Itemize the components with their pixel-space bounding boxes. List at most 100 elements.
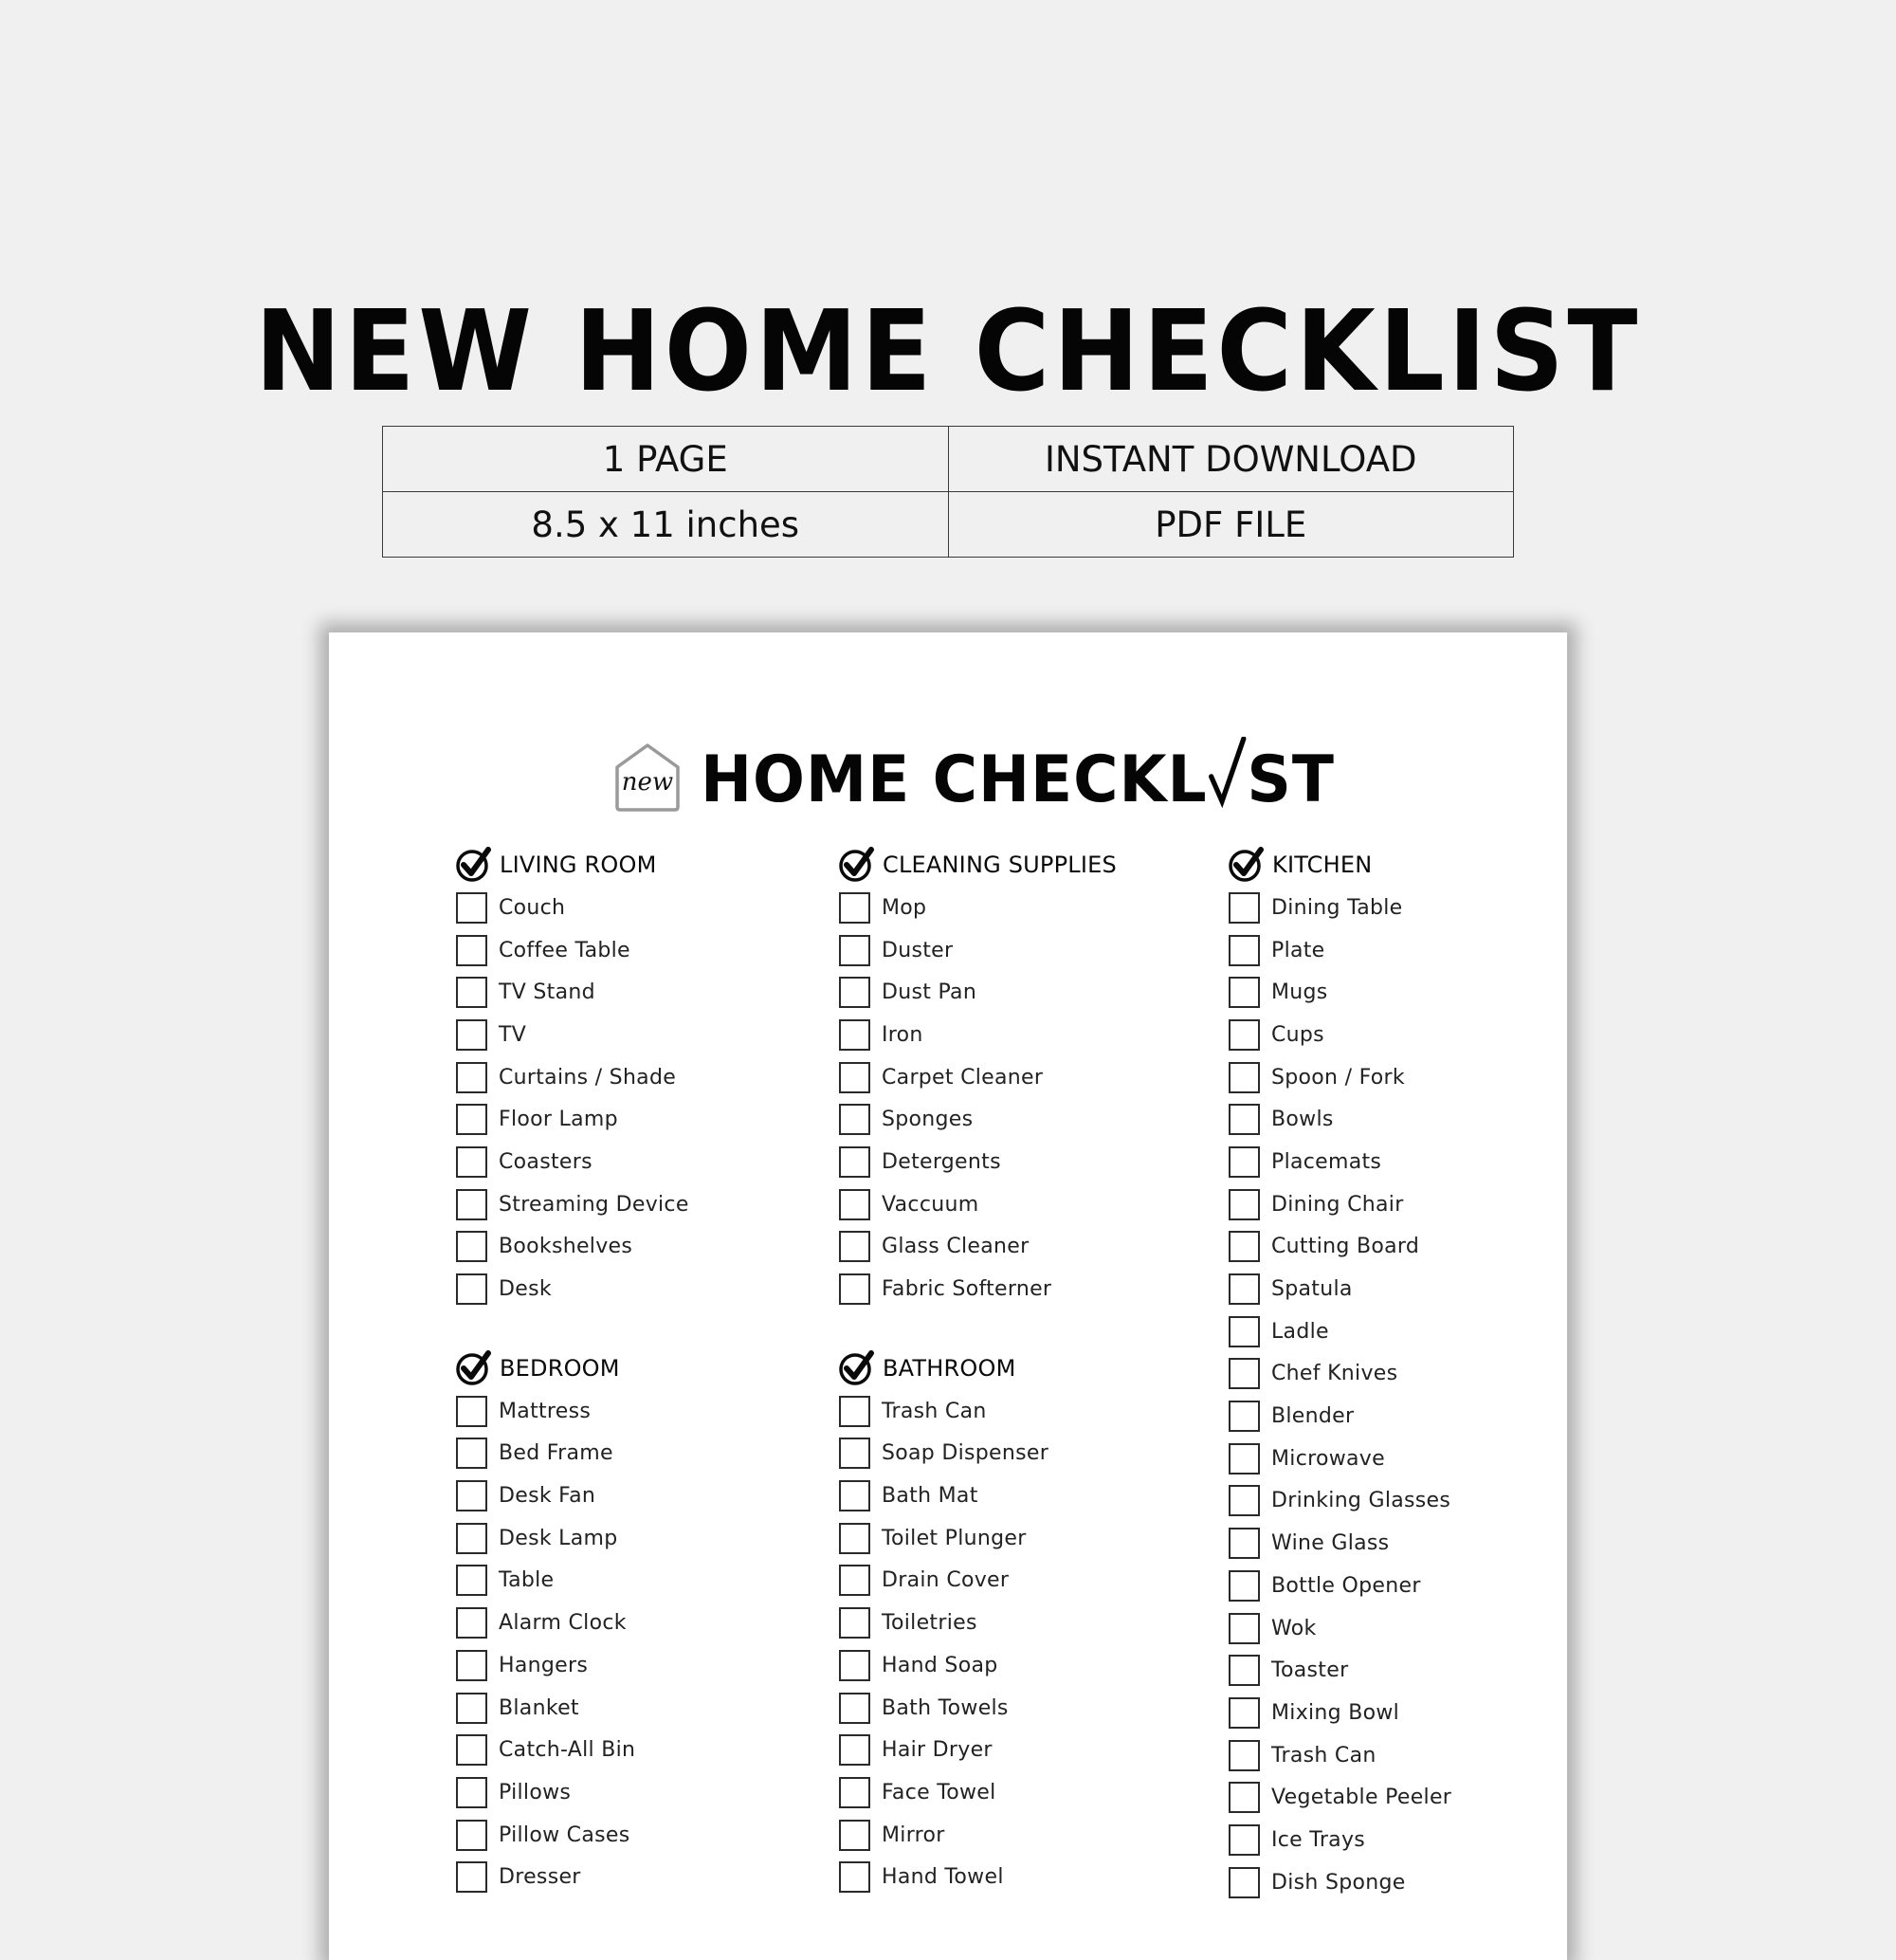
checklist-item[interactable]: Toaster xyxy=(1228,1649,1588,1692)
checklist-item[interactable]: Microwave xyxy=(1228,1438,1588,1480)
checklist-item[interactable]: Face Towel xyxy=(838,1771,1198,1814)
checkbox[interactable] xyxy=(839,1061,870,1093)
checkbox[interactable] xyxy=(839,1861,870,1894)
checklist-item[interactable]: Pillow Cases xyxy=(455,1814,815,1857)
checklist-item[interactable]: Desk Fan xyxy=(455,1475,815,1517)
checkbox[interactable] xyxy=(839,1776,870,1808)
checklist-item[interactable]: Dish Sponge xyxy=(1228,1861,1588,1904)
checklist-item[interactable]: Catch-All Bin xyxy=(455,1729,815,1771)
checkbox[interactable] xyxy=(456,1861,487,1894)
checkbox[interactable] xyxy=(1229,1145,1260,1178)
checkbox[interactable] xyxy=(456,1145,487,1178)
checklist-item[interactable]: Table xyxy=(455,1560,815,1603)
checkbox[interactable] xyxy=(1229,1696,1260,1729)
checklist-item[interactable]: Fabric Softerner xyxy=(838,1268,1198,1310)
checkbox[interactable] xyxy=(839,1231,870,1263)
checklist-item[interactable]: Floor Lamp xyxy=(455,1098,815,1141)
checklist-item[interactable]: Dining Table xyxy=(1228,887,1588,929)
checkbox[interactable] xyxy=(456,1649,487,1681)
checklist-item[interactable]: Hangers xyxy=(455,1644,815,1687)
checklist-item[interactable]: Desk xyxy=(455,1268,815,1310)
checkbox[interactable] xyxy=(839,1522,870,1554)
checklist-item[interactable]: Bottle Opener xyxy=(1228,1565,1588,1607)
checklist-item[interactable]: Ladle xyxy=(1228,1310,1588,1353)
checklist-item[interactable]: Cups xyxy=(1228,1014,1588,1056)
checkbox[interactable] xyxy=(1229,1231,1260,1263)
checkbox[interactable] xyxy=(1229,1061,1260,1093)
checklist-item[interactable]: Bath Towels xyxy=(838,1687,1198,1730)
checklist-item[interactable]: Toilet Plunger xyxy=(838,1517,1198,1560)
checkbox[interactable] xyxy=(456,1776,487,1808)
checkbox[interactable] xyxy=(456,1395,487,1427)
checklist-item[interactable]: Wok xyxy=(1228,1607,1588,1650)
checkbox[interactable] xyxy=(839,1649,870,1681)
checklist-item[interactable]: Carpet Cleaner xyxy=(838,1056,1198,1099)
checklist-item[interactable]: Pillows xyxy=(455,1771,815,1814)
checklist-item[interactable]: TV Stand xyxy=(455,971,815,1014)
checklist-item[interactable]: Duster xyxy=(838,929,1198,972)
checklist-item[interactable]: Dining Chair xyxy=(1228,1183,1588,1226)
checklist-item[interactable]: Mop xyxy=(838,887,1198,929)
checklist-item[interactable]: TV xyxy=(455,1014,815,1056)
checklist-item[interactable]: Detergents xyxy=(838,1141,1198,1183)
checkbox[interactable] xyxy=(456,1188,487,1220)
checklist-item[interactable]: Vaccuum xyxy=(838,1183,1198,1226)
checklist-item[interactable]: Dresser xyxy=(455,1856,815,1898)
checkbox[interactable] xyxy=(839,1145,870,1178)
checklist-item[interactable]: Alarm Clock xyxy=(455,1602,815,1644)
checklist-item[interactable]: Glass Cleaner xyxy=(838,1226,1198,1269)
checklist-item[interactable]: Spatula xyxy=(1228,1268,1588,1310)
checklist-item[interactable]: Coasters xyxy=(455,1141,815,1183)
checkbox[interactable] xyxy=(1229,1569,1260,1602)
checklist-item[interactable]: Hand Towel xyxy=(838,1856,1198,1898)
checkbox[interactable] xyxy=(839,934,870,966)
checkbox[interactable] xyxy=(456,1565,487,1597)
checkbox[interactable] xyxy=(1229,1401,1260,1433)
checklist-item[interactable]: Blanket xyxy=(455,1687,815,1730)
checkbox[interactable] xyxy=(456,1480,487,1512)
checklist-item[interactable]: Spoon / Fork xyxy=(1228,1056,1588,1099)
checkbox[interactable] xyxy=(1229,1823,1260,1856)
checkbox[interactable] xyxy=(839,1018,870,1051)
checklist-item[interactable]: Dust Pan xyxy=(838,971,1198,1014)
checklist-item[interactable]: Wine Glass xyxy=(1228,1522,1588,1565)
checkbox[interactable] xyxy=(839,1480,870,1512)
checkbox[interactable] xyxy=(456,934,487,966)
checkbox[interactable] xyxy=(1229,1528,1260,1560)
checkbox[interactable] xyxy=(456,1438,487,1470)
checklist-item[interactable]: Bookshelves xyxy=(455,1226,815,1269)
checkbox[interactable] xyxy=(1229,934,1260,966)
checkbox[interactable] xyxy=(456,1231,487,1263)
checklist-item[interactable]: Placemats xyxy=(1228,1141,1588,1183)
checkbox[interactable] xyxy=(1229,1358,1260,1390)
checkbox[interactable] xyxy=(839,1104,870,1136)
checklist-item[interactable]: Couch xyxy=(455,887,815,929)
checkbox[interactable] xyxy=(1229,1018,1260,1051)
checklist-item[interactable]: Blender xyxy=(1228,1395,1588,1438)
checklist-item[interactable]: Toiletries xyxy=(838,1602,1198,1644)
checklist-item[interactable]: Soap Dispenser xyxy=(838,1433,1198,1475)
checklist-item[interactable]: Curtains / Shade xyxy=(455,1056,815,1099)
checkbox[interactable] xyxy=(456,1819,487,1851)
checkbox[interactable] xyxy=(456,1273,487,1306)
checkbox[interactable] xyxy=(1229,1315,1260,1347)
checklist-item[interactable]: Drinking Glasses xyxy=(1228,1480,1588,1523)
checkbox[interactable] xyxy=(1229,977,1260,1009)
checklist-item[interactable]: Mugs xyxy=(1228,971,1588,1014)
checklist-item[interactable]: Cutting Board xyxy=(1228,1226,1588,1269)
checkbox[interactable] xyxy=(456,977,487,1009)
checkbox[interactable] xyxy=(1229,1273,1260,1306)
checkbox[interactable] xyxy=(839,1607,870,1639)
checklist-item[interactable]: Streaming Device xyxy=(455,1183,815,1226)
checklist-item[interactable]: Sponges xyxy=(838,1098,1198,1141)
checklist-item[interactable]: Bed Frame xyxy=(455,1433,815,1475)
checklist-item[interactable]: Vegetable Peeler xyxy=(1228,1776,1588,1819)
checklist-item[interactable]: Plate xyxy=(1228,929,1588,972)
checkbox[interactable] xyxy=(1229,1188,1260,1220)
checkbox[interactable] xyxy=(456,1692,487,1724)
checkbox[interactable] xyxy=(839,1565,870,1597)
checkbox[interactable] xyxy=(839,1188,870,1220)
checkbox[interactable] xyxy=(1229,1782,1260,1814)
checkbox[interactable] xyxy=(839,891,870,924)
checkbox[interactable] xyxy=(1229,1104,1260,1136)
